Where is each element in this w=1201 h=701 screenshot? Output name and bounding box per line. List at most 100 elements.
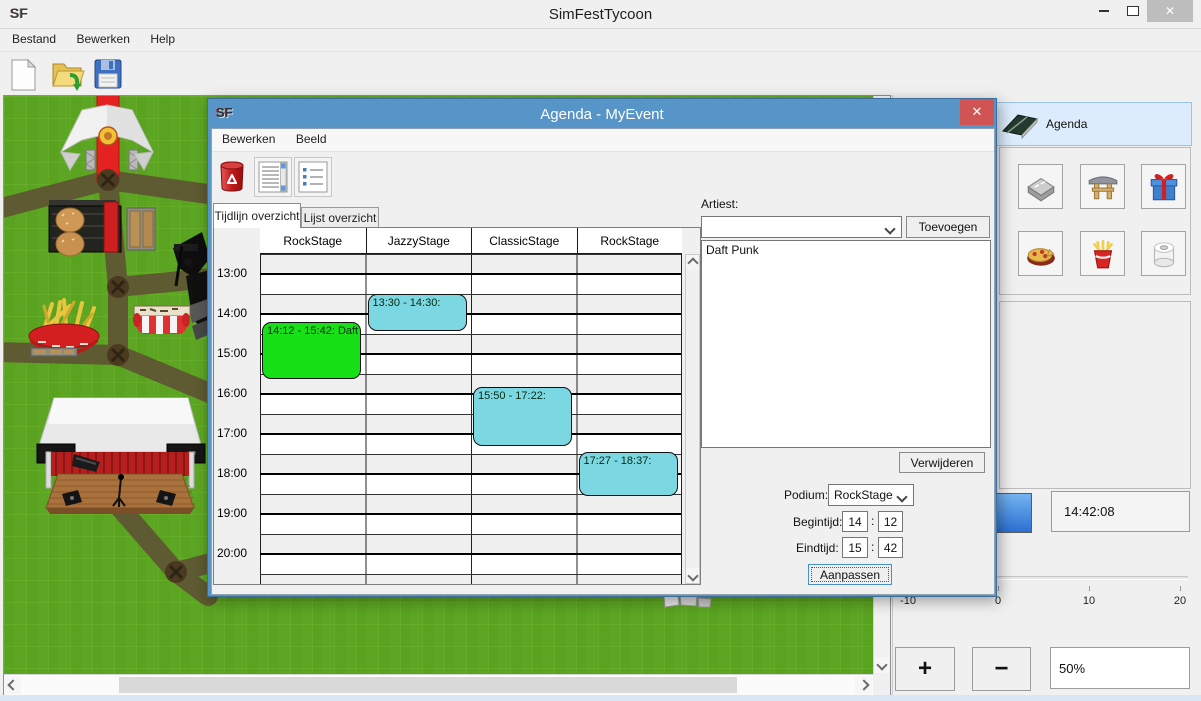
agenda-button-label: Agenda (1046, 117, 1087, 131)
chevron-down-icon (876, 659, 887, 670)
artist-dropdown[interactable] (701, 216, 902, 238)
time-colon: : (871, 540, 874, 554)
fries-icon (1086, 237, 1120, 271)
list-view-icon[interactable] (254, 157, 292, 197)
dialog-menubar: Bewerken Beeld (212, 129, 994, 152)
schedule-header: RockStage JazzyStage ClassicStage RockSt… (260, 228, 682, 254)
stage-column-header: RockStage (577, 228, 683, 253)
tick-mark (1089, 586, 1090, 591)
hour-label: 17:00 (217, 426, 247, 440)
game-clock: 14:42:08 (1051, 491, 1190, 532)
scroll-left-button[interactable] (4, 676, 21, 694)
burger-stand[interactable] (49, 200, 155, 256)
chevron-down-icon (687, 570, 698, 581)
scroll-corner (873, 674, 889, 694)
schedule-body[interactable]: 13:30 - 14:30:14:12 - 15:42: Daft Punk 15… (260, 254, 682, 584)
end-minute-input[interactable]: 42 (878, 537, 903, 558)
hour-label: 14:00 (217, 306, 247, 320)
maximize-icon (1127, 6, 1139, 16)
main-menubar: Bestand Bewerken Help (0, 29, 1201, 52)
stage-column-header: RockStage (260, 228, 366, 253)
open-file-icon[interactable] (50, 58, 86, 97)
zoom-in-button[interactable]: + (895, 647, 955, 691)
pizza-icon (1024, 237, 1058, 271)
artist-list-item[interactable]: Daft Punk (702, 241, 990, 259)
chevron-down-icon (896, 491, 907, 502)
start-minute-input[interactable]: 12 (878, 511, 903, 532)
scroll-down-button[interactable] (874, 657, 889, 673)
stage-column-header: ClassicStage (471, 228, 577, 253)
item-road-tile-button[interactable] (1018, 164, 1063, 209)
artist-listbox[interactable]: Daft Punk (701, 240, 991, 448)
item-fries-button[interactable] (1080, 231, 1125, 276)
item-gift-button[interactable] (1141, 164, 1186, 209)
map-horizontal-scrollbar[interactable] (4, 674, 873, 695)
play-button[interactable] (993, 493, 1032, 533)
zoom-out-button[interactable]: − (972, 647, 1031, 691)
menu-bestand[interactable]: Bestand (4, 29, 64, 49)
scroll-right-button[interactable] (855, 676, 872, 694)
tab-lijst-overzicht[interactable]: Lijst overzicht (301, 207, 379, 228)
time-colon: : (871, 514, 874, 528)
hour-label: 18:00 (217, 466, 247, 480)
dialog-content: Bewerken Beeld Tijdlijn overzicht Lijst … (211, 128, 995, 595)
dialog-menu-beeld[interactable]: Beeld (288, 129, 335, 149)
hour-label: 13:00 (217, 266, 247, 280)
schedule-scrollbar[interactable] (685, 254, 700, 584)
start-time-label: Begintijd: (793, 515, 842, 529)
schedule-scroll-down[interactable] (686, 568, 699, 583)
road-tile-icon (1024, 170, 1058, 204)
schedule-event[interactable]: 17:27 - 18:37: (579, 452, 678, 496)
save-file-icon[interactable] (93, 58, 123, 95)
podium-dropdown[interactable]: RockStage (828, 484, 914, 506)
striped-stand[interactable] (133, 306, 190, 334)
minimize-icon (1099, 10, 1109, 12)
tick-label: 20 (1165, 595, 1195, 607)
start-hour-input[interactable]: 14 (842, 511, 868, 532)
chevron-down-icon (884, 223, 895, 234)
chevron-left-icon (7, 679, 18, 690)
main-stage[interactable] (37, 398, 205, 514)
schedule-scroll-up[interactable] (686, 255, 699, 270)
chevron-up-icon (687, 257, 698, 268)
zoom-level-box: 50% (1050, 647, 1190, 689)
close-button[interactable]: ✕ (1147, 0, 1193, 22)
tab-tijdlijn-overzicht[interactable]: Tijdlijn overzicht (213, 203, 301, 228)
tick-label: 10 (1074, 595, 1104, 607)
window-bottom-edge (0, 695, 1201, 701)
item-pizza-button[interactable] (1018, 231, 1063, 276)
menu-help[interactable]: Help (142, 29, 183, 49)
menu-bewerken[interactable]: Bewerken (69, 29, 138, 49)
remove-artist-button[interactable]: Verwijderen (899, 452, 985, 473)
app-window: SF SimFestTycoon ✕ Bestand Bewerken Help (0, 0, 1201, 701)
dialog-close-button[interactable]: ✕ (960, 99, 994, 125)
apply-button[interactable]: Aanpassen (808, 564, 892, 585)
item-toilet-paper-button[interactable] (1141, 231, 1186, 276)
maximize-button[interactable] (1119, 0, 1147, 22)
item-torii-gate-button[interactable] (1080, 164, 1125, 209)
stage-column-header: JazzyStage (366, 228, 472, 253)
schedule-event[interactable]: 15:50 - 17:22: (473, 387, 572, 445)
hour-label: 16:00 (217, 386, 247, 400)
chevron-right-icon (858, 679, 869, 690)
dialog-menu-bewerken[interactable]: Bewerken (214, 129, 283, 149)
toilet-paper-icon (1147, 237, 1181, 271)
hscroll-thumb[interactable] (119, 677, 737, 693)
tick-mark (998, 586, 999, 591)
bullet-list-icon[interactable] (294, 157, 332, 197)
end-hour-input[interactable]: 15 (842, 537, 868, 558)
end-time-label: Eindtijd: (796, 541, 839, 555)
schedule-time-gutter: 13:0014:0015:0016:0017:0018:0019:0020:00 (214, 228, 260, 584)
main-toolbar (0, 53, 890, 93)
hour-label: 15:00 (217, 346, 247, 360)
delete-trash-icon[interactable] (218, 159, 246, 198)
new-file-icon[interactable] (8, 58, 40, 97)
podium-label: Podium: (784, 488, 828, 502)
dialog-titlebar[interactable]: SF Agenda - MyEvent ✕ (208, 99, 996, 129)
schedule-event[interactable]: 13:30 - 14:30: (368, 294, 467, 331)
main-titlebar: SF SimFestTycoon (0, 0, 1201, 29)
add-artist-button[interactable]: Toevoegen (906, 216, 990, 238)
schedule-event[interactable]: 14:12 - 15:42: Daft Punk (262, 322, 361, 379)
minimize-button[interactable] (1090, 0, 1118, 22)
podium-dropdown-value: RockStage (834, 488, 893, 502)
